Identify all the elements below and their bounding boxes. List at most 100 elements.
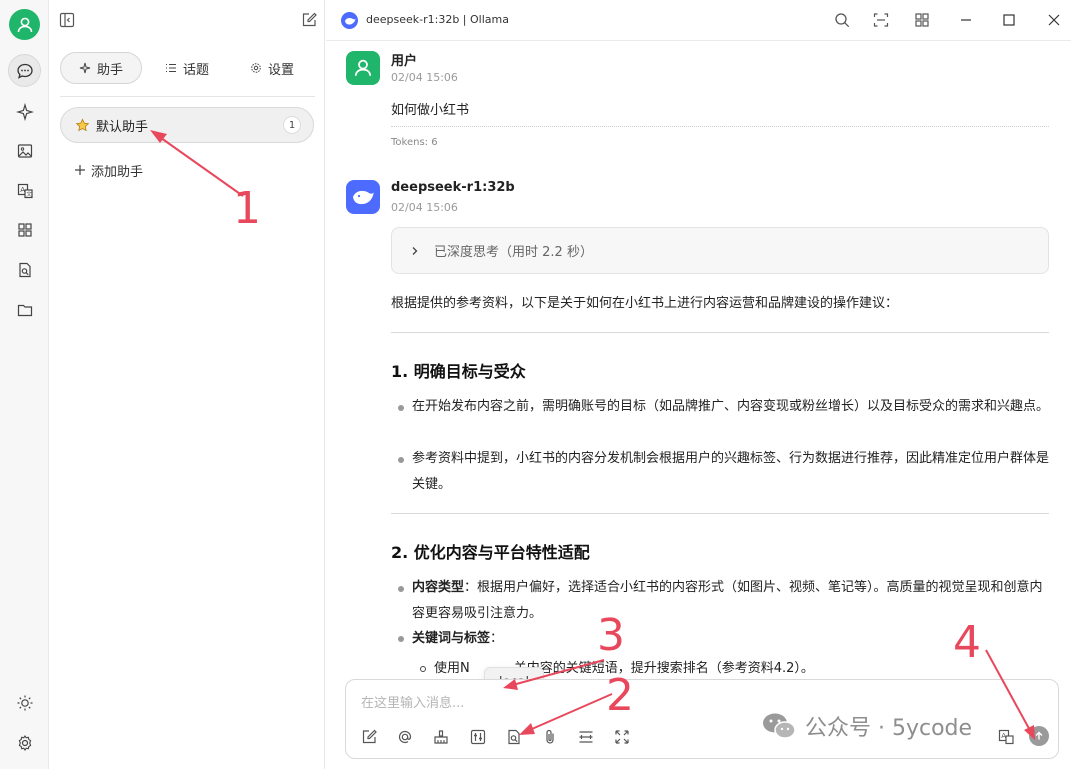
- user-avatar[interactable]: [9, 9, 40, 40]
- panel-header: [50, 0, 325, 40]
- rail-agents-button[interactable]: [8, 95, 41, 128]
- tab-label: 助手: [96, 62, 123, 78]
- rail-settings-button[interactable]: [8, 726, 41, 759]
- message-input[interactable]: 在这里输入消息...: [361, 692, 464, 711]
- list-icon: [165, 64, 176, 72]
- icon-rail: A文: [0, 0, 49, 769]
- svg-text:文: 文: [26, 190, 32, 198]
- send-button[interactable]: [1029, 726, 1049, 746]
- annotation-number-2: 2: [606, 670, 634, 721]
- rail-apps-button[interactable]: [8, 213, 41, 246]
- rail-chat-button[interactable]: [8, 54, 41, 87]
- sidebar-collapse-icon[interactable]: [58, 11, 76, 29]
- at-icon[interactable]: [396, 728, 414, 746]
- deepseek-whale-icon: [353, 190, 374, 205]
- knowledge-base-icon[interactable]: [505, 728, 523, 746]
- watermark: 公众号 · 5ycode: [761, 710, 972, 742]
- sparkle-icon: [15, 102, 34, 121]
- wechat-logo-icon: [763, 713, 796, 739]
- divider: [60, 96, 315, 97]
- user-name: 用户: [391, 54, 418, 69]
- edit-icon[interactable]: [360, 728, 378, 746]
- folder-icon: [17, 304, 32, 316]
- section-divider: [391, 332, 1049, 333]
- scan-icon[interactable]: [872, 11, 890, 29]
- translate-icon[interactable]: A: [997, 728, 1015, 746]
- sun-icon: [17, 695, 32, 710]
- list-item-label: 内容类型: [412, 580, 465, 595]
- deepseek-logo-icon: [341, 12, 358, 29]
- rail-files-button[interactable]: [8, 293, 41, 326]
- gear-icon: [18, 734, 31, 751]
- sub-list-text-b: 关内容的关键短语，提升搜索排名（参考资料4.2）。: [513, 661, 814, 676]
- attachment-icon[interactable]: [541, 728, 559, 746]
- annotation-number-4: 4: [953, 617, 981, 668]
- assistant-name: deepseek-r1:32b: [391, 180, 515, 195]
- section-divider: [391, 513, 1049, 514]
- add-assistant-label: 添加助手: [91, 164, 144, 180]
- list-item: 参考资料中提到，小红书的内容分发机制会根据用户的兴趣标签、行为数据进行推荐，因此…: [412, 451, 1050, 492]
- star-icon: [75, 118, 90, 131]
- assistant-avatar: [346, 180, 380, 214]
- section-heading: 2. 优化内容与平台特性适配: [391, 543, 590, 562]
- gear-icon: [251, 63, 261, 73]
- assistant-panel: 助手 话题 设置 默认助手 1 添加助手: [50, 0, 325, 769]
- top-bar: deepseek-r1:32b | Ollama: [326, 0, 1071, 41]
- user-icon: [17, 17, 32, 32]
- search-icon[interactable]: [833, 11, 851, 29]
- sliders-icon[interactable]: [469, 728, 487, 746]
- panel-tabs: 助手 话题 设置: [60, 52, 315, 84]
- maximize-icon[interactable]: [1000, 11, 1018, 29]
- rail-image-button[interactable]: [8, 134, 41, 167]
- bullet: [398, 636, 404, 642]
- arrow-up-icon: [1035, 731, 1043, 740]
- rail-translate-button[interactable]: A文: [8, 174, 41, 207]
- thinking-label: 已深度思考（用时 2.2 秒）: [434, 245, 593, 260]
- annotation-number-1: 1: [233, 183, 261, 234]
- tab-label: 设置: [267, 62, 294, 78]
- bullet: [398, 405, 404, 411]
- rail-knowledge-button[interactable]: [8, 253, 41, 286]
- token-count: Tokens: 6: [391, 137, 438, 148]
- watermark-text: 公众号 · 5ycode: [805, 716, 973, 741]
- list-item-text: ：: [490, 631, 504, 646]
- close-icon[interactable]: [1045, 11, 1063, 29]
- new-chat-icon[interactable]: [300, 11, 318, 29]
- user-message-text: 如何做小红书: [391, 103, 470, 118]
- thinking-toggle[interactable]: 已深度思考（用时 2.2 秒）: [391, 227, 1049, 274]
- plus-icon: [75, 165, 85, 175]
- sparkle-icon: [79, 62, 91, 74]
- apps-icon[interactable]: [913, 11, 931, 29]
- sub-list-text-a: 使用N: [434, 661, 470, 676]
- chevron-right-icon: [412, 246, 418, 255]
- list-item: 在开始发布内容之前，需明确账号的目标（如品牌推广、内容变现或粉丝增长）以及目标受…: [412, 399, 1050, 414]
- topic-count-badge: 1: [283, 116, 301, 134]
- assistant-time: 02/04 15:06: [391, 201, 458, 214]
- user-time: 02/04 15:06: [391, 71, 458, 84]
- section-heading: 1. 明确目标与受众: [391, 362, 526, 381]
- apps-icon: [17, 222, 32, 237]
- user-avatar: [346, 51, 380, 85]
- tab-settings[interactable]: 设置: [232, 52, 312, 84]
- add-assistant-button[interactable]: 添加助手: [74, 160, 143, 180]
- broom-icon[interactable]: [432, 728, 450, 746]
- tab-label: 话题: [182, 62, 209, 78]
- image-icon: [17, 143, 32, 158]
- bullet: [398, 457, 404, 463]
- tab-topics[interactable]: 话题: [142, 52, 232, 84]
- annotation-number-3: 3: [597, 610, 625, 661]
- minimize-icon[interactable]: [957, 11, 975, 29]
- user-icon: [354, 59, 372, 76]
- answer-intro: 根据提供的参考资料，以下是关于如何在小红书上进行内容运营和品牌建设的操作建议：: [391, 296, 899, 311]
- bullet: [398, 586, 404, 592]
- document-search-icon: [18, 262, 31, 277]
- divider-icon[interactable]: [577, 728, 595, 746]
- list-item-label: 关键词与标签: [412, 631, 491, 646]
- assistant-item-default[interactable]: 默认助手 1: [60, 107, 314, 143]
- assistant-name: 默认助手: [96, 119, 149, 135]
- list-item-text: ：根据用户偏好，选择适合小红书的内容形式（如图片、视频、笔记等）。高质量的视觉呈…: [412, 580, 1043, 621]
- translate-icon: A文: [17, 183, 33, 198]
- tab-assistants[interactable]: 助手: [60, 52, 142, 84]
- expand-icon[interactable]: [613, 728, 631, 746]
- rail-theme-button[interactable]: [8, 686, 41, 719]
